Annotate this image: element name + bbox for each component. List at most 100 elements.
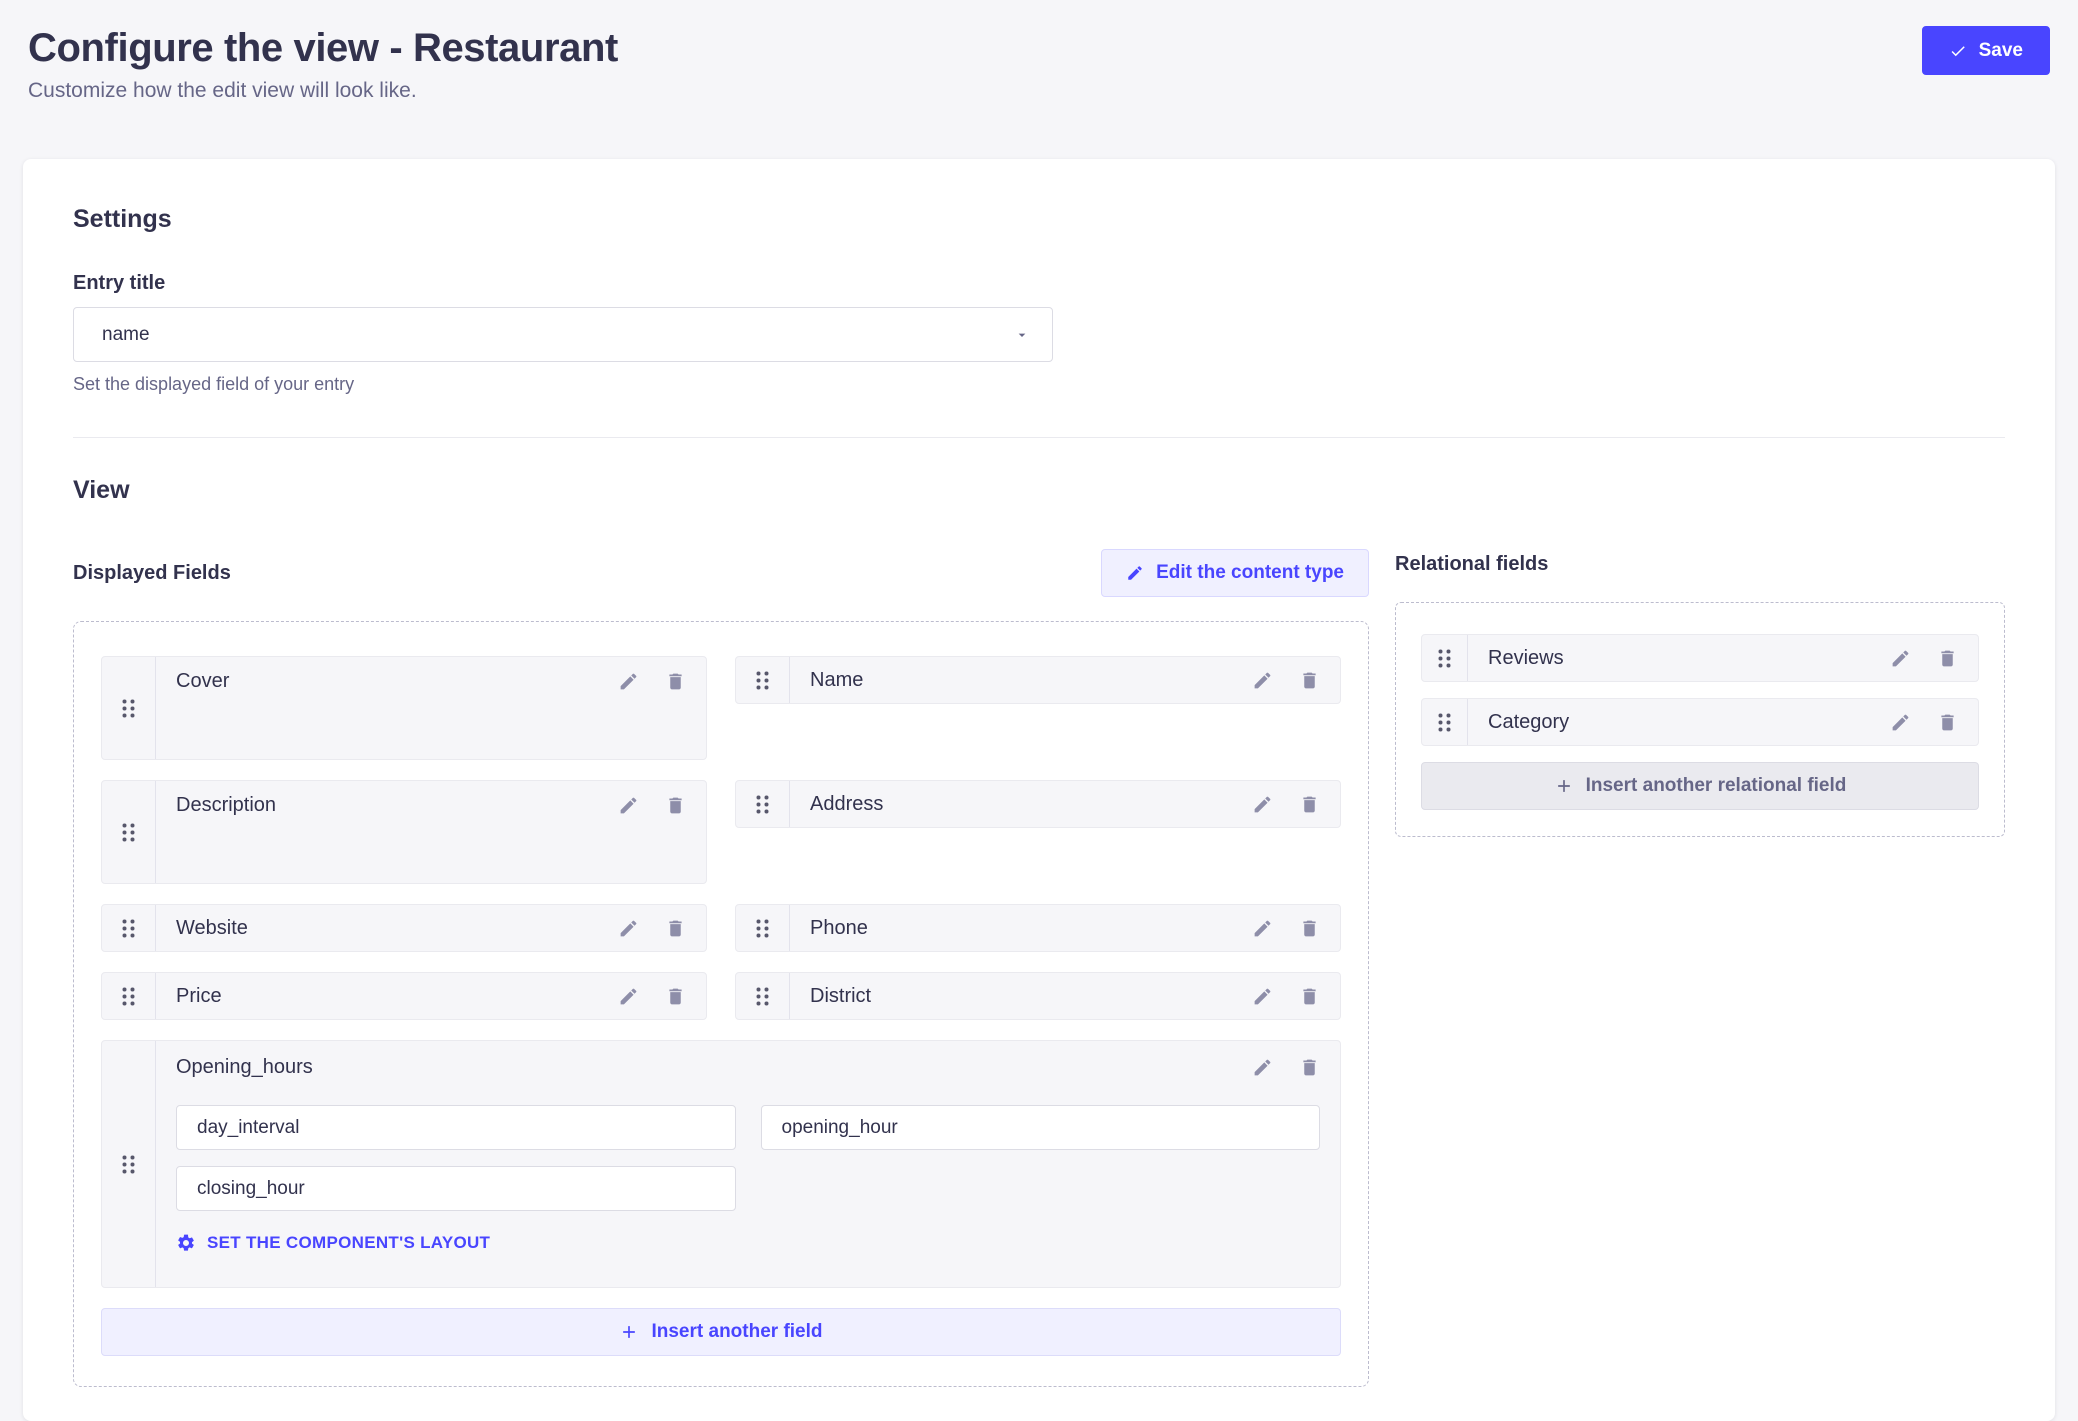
section-divider: [73, 437, 2005, 438]
pencil-icon: [1890, 648, 1911, 669]
edit-field-button[interactable]: [618, 918, 639, 939]
trash-icon: [1299, 918, 1320, 939]
edit-field-button[interactable]: [1252, 986, 1273, 1007]
page-title: Configure the view - Restaurant: [28, 26, 2050, 71]
entry-title-hint: Set the displayed field of your entry: [73, 374, 2005, 395]
insert-relational-field-label: Insert another relational field: [1586, 775, 1847, 797]
save-button[interactable]: Save: [1922, 26, 2050, 75]
component-card-opening-hours: Opening_hours day_interval opening_hour: [101, 1040, 1341, 1288]
edit-field-button[interactable]: [1890, 648, 1911, 669]
delete-field-button[interactable]: [1299, 1057, 1320, 1078]
entry-title-value: name: [102, 324, 150, 346]
delete-field-button[interactable]: [665, 986, 686, 1007]
set-component-layout-link[interactable]: SET THE COMPONENT'S LAYOUT: [176, 1233, 1320, 1253]
edit-field-button[interactable]: [618, 795, 639, 816]
relational-field-label: Reviews: [1488, 647, 1564, 670]
trash-icon: [1299, 670, 1320, 691]
relational-card-category: Category: [1421, 698, 1979, 746]
field-label: Price: [176, 985, 222, 1008]
trash-icon: [1299, 794, 1320, 815]
pencil-icon: [1252, 670, 1273, 691]
delete-field-button[interactable]: [1299, 670, 1320, 691]
delete-field-button[interactable]: [1937, 712, 1958, 733]
relational-field-label: Category: [1488, 711, 1569, 734]
pencil-icon: [618, 795, 639, 816]
field-label: Description: [176, 794, 276, 817]
trash-icon: [1937, 712, 1958, 733]
edit-content-type-button[interactable]: Edit the content type: [1101, 549, 1369, 597]
edit-field-button[interactable]: [1252, 794, 1273, 815]
plus-icon: [619, 1322, 639, 1342]
drag-handle[interactable]: [1422, 699, 1468, 745]
relational-fields-heading: Relational fields: [1395, 549, 2005, 576]
drag-handle[interactable]: [736, 905, 790, 951]
field-card-phone: Phone: [735, 904, 1341, 952]
trash-icon: [665, 986, 686, 1007]
drag-handle[interactable]: [102, 905, 156, 951]
field-label: Website: [176, 917, 248, 940]
trash-icon: [665, 795, 686, 816]
field-card-price: Price: [101, 972, 707, 1020]
drag-handle[interactable]: [102, 781, 156, 883]
entry-title-label: Entry title: [73, 272, 2005, 295]
insert-field-label: Insert another field: [651, 1321, 822, 1343]
save-button-label: Save: [1979, 40, 2023, 62]
component-subfield-day-interval: day_interval: [176, 1105, 736, 1150]
field-card-address: Address: [735, 780, 1341, 828]
check-icon: [1949, 42, 1967, 60]
delete-field-button[interactable]: [1299, 918, 1320, 939]
delete-field-button[interactable]: [665, 918, 686, 939]
edit-field-button[interactable]: [1890, 712, 1911, 733]
component-subfield-closing-hour: closing_hour: [176, 1166, 736, 1211]
trash-icon: [1937, 648, 1958, 669]
edit-content-type-label: Edit the content type: [1156, 562, 1344, 584]
gear-icon: [176, 1233, 196, 1253]
pencil-icon: [618, 671, 639, 692]
delete-field-button[interactable]: [1937, 648, 1958, 669]
edit-field-button[interactable]: [1252, 1057, 1273, 1078]
trash-icon: [665, 671, 686, 692]
page-subtitle: Customize how the edit view will look li…: [28, 79, 2050, 103]
field-card-website: Website: [101, 904, 707, 952]
insert-relational-field-button[interactable]: Insert another relational field: [1421, 762, 1979, 810]
drag-handle[interactable]: [736, 657, 790, 703]
configure-view-panel: Settings Entry title name Set the displa…: [23, 159, 2055, 1421]
drag-handle[interactable]: [1422, 635, 1468, 681]
edit-field-button[interactable]: [1252, 670, 1273, 691]
pencil-icon: [1252, 1057, 1273, 1078]
relational-card-reviews: Reviews: [1421, 634, 1979, 682]
delete-field-button[interactable]: [665, 795, 686, 816]
delete-field-button[interactable]: [1299, 794, 1320, 815]
delete-field-button[interactable]: [1299, 986, 1320, 1007]
pencil-icon: [618, 986, 639, 1007]
edit-field-button[interactable]: [618, 671, 639, 692]
edit-field-button[interactable]: [1252, 918, 1273, 939]
plus-icon: [1554, 776, 1574, 796]
drag-handle[interactable]: [736, 973, 790, 1019]
drag-handle[interactable]: [102, 973, 156, 1019]
pencil-icon: [618, 918, 639, 939]
field-label: Phone: [810, 917, 868, 940]
field-label: District: [810, 985, 871, 1008]
delete-field-button[interactable]: [665, 671, 686, 692]
edit-field-button[interactable]: [618, 986, 639, 1007]
chevron-down-icon: [1014, 327, 1030, 343]
drag-handle[interactable]: [102, 657, 156, 759]
field-card-name: Name: [735, 656, 1341, 704]
displayed-fields-label: Displayed Fields: [73, 562, 231, 585]
field-label: Cover: [176, 670, 229, 693]
entry-title-select[interactable]: name: [73, 307, 1053, 362]
pencil-icon: [1252, 918, 1273, 939]
component-label: Opening_hours: [176, 1056, 313, 1079]
displayed-fields-dropzone: Cover Name: [73, 621, 1369, 1387]
view-heading: View: [73, 476, 2005, 505]
trash-icon: [1299, 1057, 1320, 1078]
pencil-icon: [1252, 794, 1273, 815]
relational-fields-dropzone: Reviews Category: [1395, 602, 2005, 837]
trash-icon: [665, 918, 686, 939]
component-subfield-opening-hour: opening_hour: [761, 1105, 1321, 1150]
trash-icon: [1299, 986, 1320, 1007]
drag-handle[interactable]: [736, 781, 790, 827]
drag-handle[interactable]: [102, 1041, 156, 1287]
insert-field-button[interactable]: Insert another field: [101, 1308, 1341, 1356]
